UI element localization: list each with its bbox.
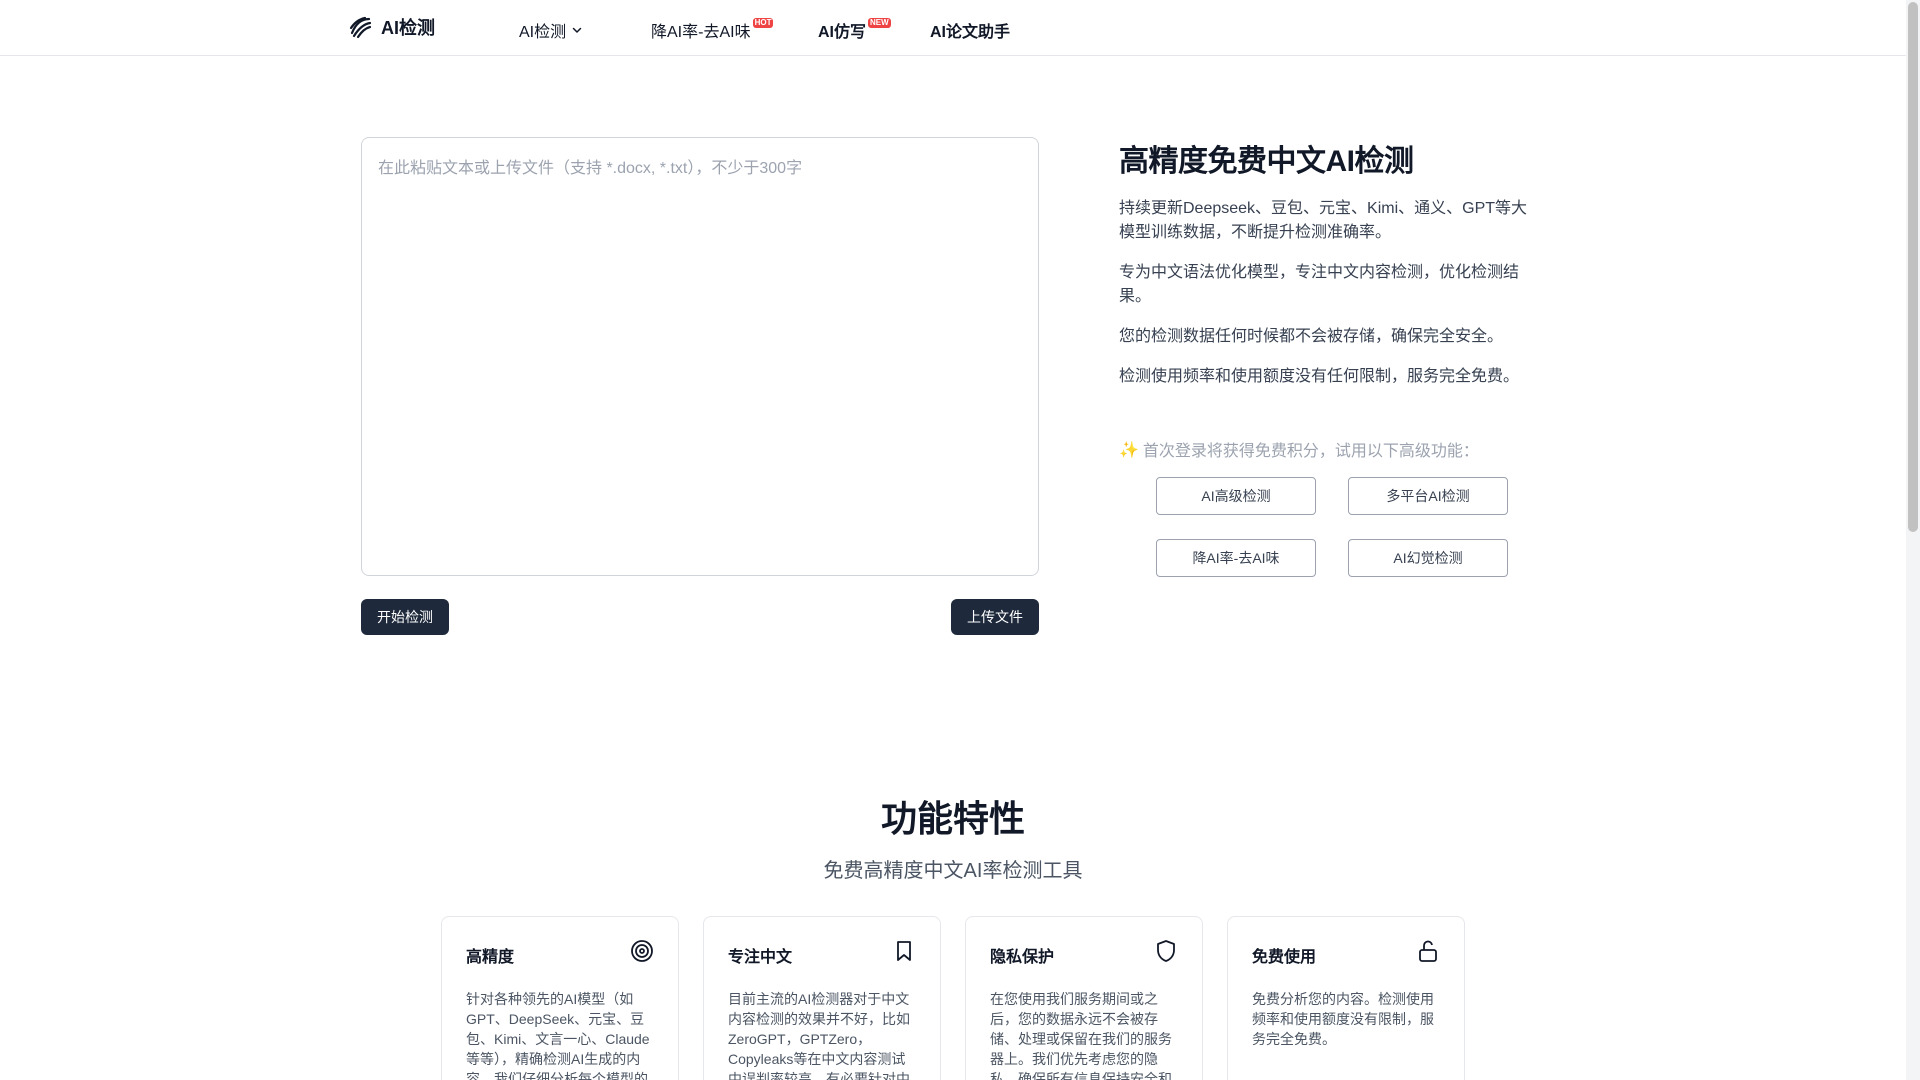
nav-ai-detect[interactable]: AI检测 [519, 18, 584, 42]
sparkle-icon: ✨ [1119, 439, 1139, 459]
advanced-detect-button[interactable]: AI高级检测 [1156, 477, 1316, 515]
feature-card-title: 高精度 [466, 949, 515, 966]
text-input-box[interactable] [361, 137, 1039, 576]
feature-card-free: 免费使用 免费分析您的内容。检测使用频率和使用额度没有限制，服务完全免费。 [1227, 916, 1465, 1080]
hero-paragraph: 您的检测数据任何时候都不会被存储，确保完全安全。 [1119, 328, 1504, 345]
top-navbar: AI检测 AI检测 降AI率-去AI味 HOT AI仿写 NEW AI论文助手 [0, 0, 1906, 56]
nav-ai-detect-label: AI检测 [519, 24, 567, 41]
nav-ai-paper-assistant[interactable]: AI论文助手 [930, 18, 1010, 42]
reduce-ai-button[interactable]: 降AI率-去AI味 [1156, 539, 1316, 577]
chevron-down-icon [572, 27, 582, 33]
start-detect-button[interactable]: 开始检测 [361, 599, 449, 635]
upload-file-button[interactable]: 上传文件 [951, 599, 1039, 635]
promo-text: 首次登录将获得免费积分，试用以下高级功能： [1142, 443, 1479, 460]
page-scrollbar[interactable] [1906, 0, 1920, 1080]
unlock-icon [1419, 940, 1437, 962]
nav-reduce-ai-label: 降AI率-去AI味 [651, 24, 751, 41]
hallucination-detect-button[interactable]: AI幻觉检测 [1348, 539, 1508, 577]
new-badge: NEW [868, 18, 891, 28]
hero-paragraph: 专为中文语法优化模型，专注中文内容检测，优化检测结果。 [1119, 264, 1520, 305]
logo[interactable]: AI检测 [347, 14, 435, 40]
hero-paragraph: 检测使用频率和使用额度没有任何限制，服务完全免费。 [1119, 368, 1520, 385]
hero-title: 高精度免费中文AI检测 [1119, 145, 1414, 178]
nav-ai-rewrite[interactable]: AI仿写 NEW [818, 18, 891, 42]
logo-text: AI检测 [381, 18, 435, 38]
feature-card-title: 隐私保护 [990, 949, 1055, 966]
feature-card-high-precision: 高精度 针对各种领先的AI模型（如GPT、DeepSeek、元宝、豆包、Kimi… [441, 916, 679, 1080]
feature-card-title: 免费使用 [1252, 949, 1317, 966]
bookmark-icon [897, 941, 911, 961]
feature-card-desc: 针对各种领先的AI模型（如GPT、DeepSeek、元宝、豆包、Kimi、文言一… [466, 991, 650, 1080]
promo-notice: ✨ 首次登录将获得免费积分，试用以下高级功能： [1119, 437, 1479, 461]
logo-icon [349, 16, 372, 39]
feature-card-desc: 在您使用我们服务期间或之后，您的数据永远不会被存储、处理或保留在我们的服务器上。… [990, 991, 1172, 1080]
features-title: 功能特性 [880, 798, 1025, 839]
nav-ai-rewrite-label: AI仿写 [818, 24, 867, 41]
feature-card-desc: 免费分析您的内容。检测使用频率和使用额度没有限制，服务完全免费。 [1252, 991, 1434, 1047]
feature-card-privacy: 隐私保护 在您使用我们服务期间或之后，您的数据永远不会被存储、处理或保留在我们的… [965, 916, 1203, 1080]
feature-card-desc: 目前主流的AI检测器对于中文内容检测的效果并不好，比如ZeroGPT，GPTZe… [728, 991, 910, 1080]
feature-card-title: 专注中文 [728, 949, 793, 966]
nav-ai-paper-label: AI论文助手 [930, 24, 1011, 41]
target-icon [631, 940, 653, 962]
shield-icon [1157, 940, 1175, 962]
hero-paragraph: 持续更新Deepseek、豆包、元宝、Kimi、通义、GPT等大模型训练数据，不… [1119, 200, 1528, 241]
feature-card-chinese-focus: 专注中文 目前主流的AI检测器对于中文内容检测的效果并不好，比如ZeroGPT，… [703, 916, 941, 1080]
features-subtitle: 免费高精度中文AI率检测工具 [823, 860, 1083, 882]
text-input[interactable] [362, 138, 1038, 575]
scrollbar-thumb[interactable] [1908, 2, 1918, 532]
multi-platform-detect-button[interactable]: 多平台AI检测 [1348, 477, 1508, 515]
hot-badge: HOT [752, 18, 774, 28]
nav-reduce-ai[interactable]: 降AI率-去AI味 HOT [651, 18, 774, 42]
